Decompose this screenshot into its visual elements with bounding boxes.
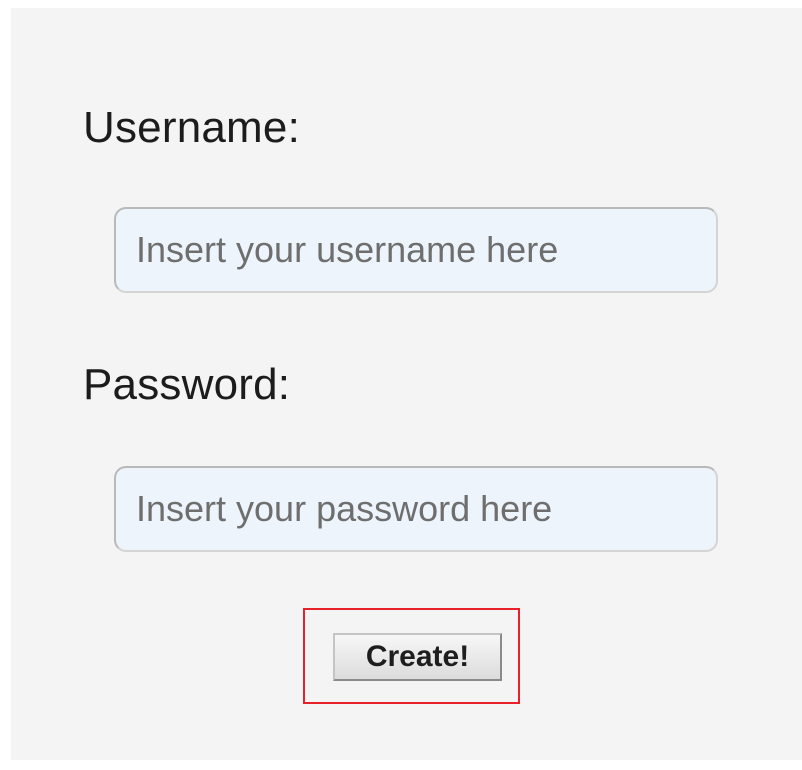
signup-form-panel: Username: Password: Create!: [11, 8, 802, 760]
create-button[interactable]: Create!: [333, 633, 502, 681]
password-label: Password:: [83, 360, 291, 409]
password-input[interactable]: [114, 466, 718, 552]
username-input[interactable]: [114, 207, 718, 293]
username-label: Username:: [83, 103, 300, 152]
